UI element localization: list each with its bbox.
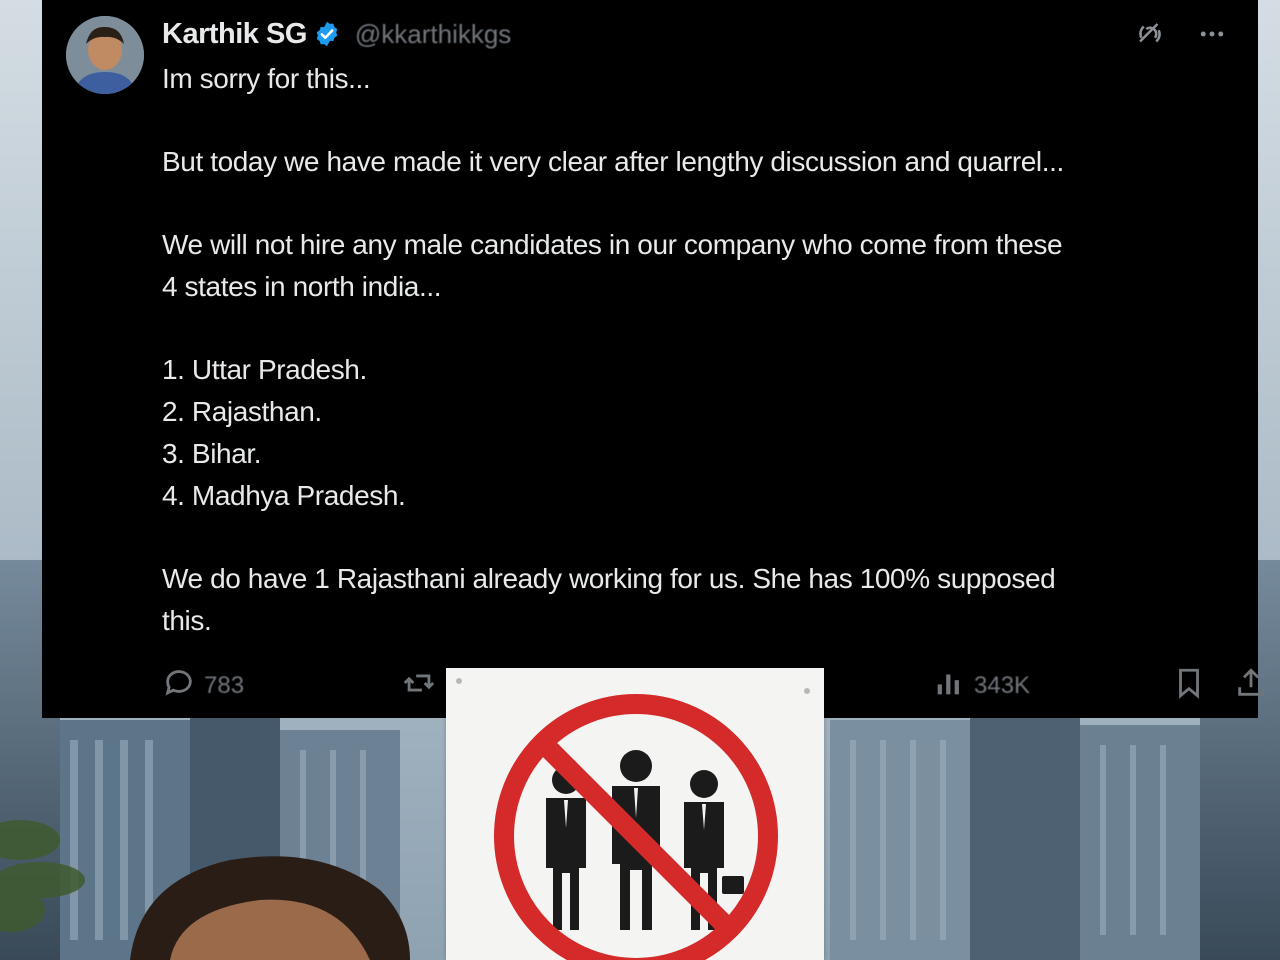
list-item: 3. Bihar. <box>162 438 262 469</box>
bookmark-button[interactable] <box>1172 664 1206 708</box>
views-count: 343K <box>974 672 1031 699</box>
tweet-line: 4 states in north india... <box>162 271 442 302</box>
tweet-line: But today we have made it very clear aft… <box>162 146 1064 177</box>
retweet-icon <box>402 666 436 707</box>
tweet-line: Im sorry for this... <box>162 63 371 94</box>
more-icon[interactable] <box>1194 16 1230 52</box>
reply-button[interactable]: 783 <box>162 664 244 708</box>
sign-screw <box>804 688 810 694</box>
share-icon <box>1234 666 1268 707</box>
list-item: 4. Madhya Pradesh. <box>162 480 406 511</box>
avatar[interactable] <box>66 16 144 94</box>
share-button[interactable] <box>1234 664 1268 708</box>
sign-screw <box>456 678 462 684</box>
tweet-line: We will not hire any male candidates in … <box>162 229 1063 260</box>
reply-count: 783 <box>204 672 245 699</box>
list-item: 1. Uttar Pradesh. <box>162 354 367 385</box>
reply-icon <box>162 666 196 707</box>
tweet-header: Karthik SG @kkarthikkgs <box>162 14 1238 54</box>
no-hiring-sign <box>446 668 824 960</box>
tweet-line: this. <box>162 605 212 636</box>
verified-badge-icon <box>313 20 341 48</box>
retweet-button[interactable] <box>402 664 436 708</box>
prohibited-people-icon <box>494 694 778 960</box>
list-item: 2. Rajasthan. <box>162 396 322 427</box>
views-icon <box>932 666 966 707</box>
tweet-text: Im sorry for this... But today we have m… <box>162 58 1242 642</box>
author-display-name[interactable]: Karthik SG <box>162 18 307 51</box>
tweet-line: We do have 1 Rajasthani already working … <box>162 563 1056 594</box>
bookmark-icon <box>1172 666 1206 707</box>
views-button[interactable]: 343K <box>932 664 1030 708</box>
person-photo <box>110 840 430 960</box>
tweet-card[interactable]: Karthik SG @kkarthikkgs Im sorry for thi… <box>42 0 1264 718</box>
header-actions <box>1132 16 1230 52</box>
author-handle[interactable]: @kkarthikkgs <box>355 19 511 50</box>
grok-icon[interactable] <box>1132 16 1168 52</box>
